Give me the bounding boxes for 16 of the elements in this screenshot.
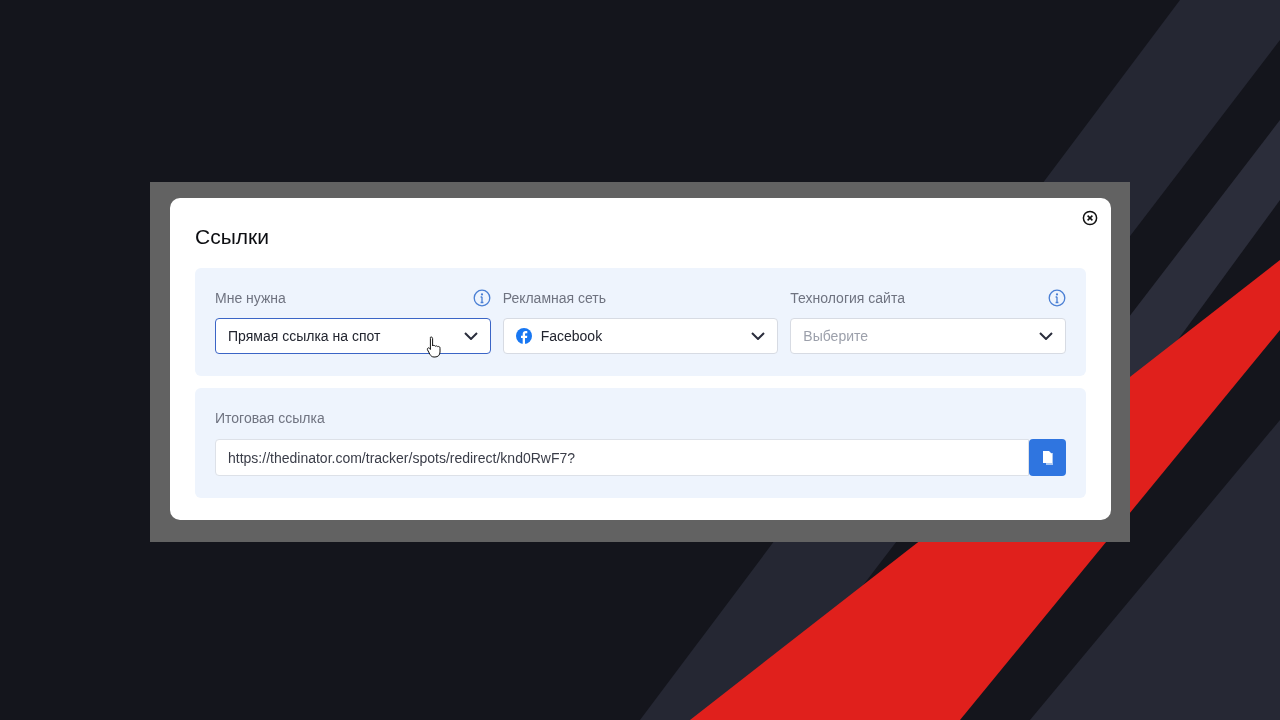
chevron-down-icon [751, 332, 766, 340]
link-field[interactable]: https://thedinator.com/tracker/spots/redirect/knd0RwF7? [215, 439, 1029, 476]
info-icon[interactable] [472, 289, 491, 307]
facebook-icon [515, 328, 532, 344]
info-icon[interactable] [1048, 289, 1066, 307]
field-label: Итоговая ссылка [215, 409, 326, 428]
dialog-title: Ссылки [195, 224, 270, 250]
field-label: Мне нужна [215, 289, 286, 308]
field-label: Рекламная сеть [502, 289, 607, 308]
dropdown-select[interactable]: Facebook [502, 318, 779, 354]
field-label: Технология сайта [790, 289, 905, 308]
copy-button[interactable] [1029, 439, 1066, 476]
chevron-down-icon [463, 332, 478, 340]
chevron-down-icon [1039, 332, 1053, 340]
close-icon[interactable] [1082, 210, 1098, 226]
hand-cursor-icon [426, 335, 444, 359]
